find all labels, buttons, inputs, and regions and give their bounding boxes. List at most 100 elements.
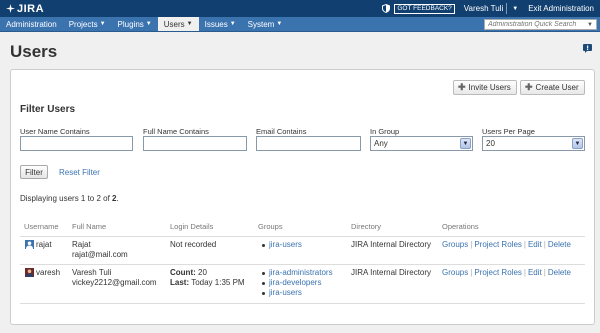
create-user-button[interactable]: ✚ Create User <box>520 80 585 95</box>
user-avatar-icon[interactable] <box>25 240 34 249</box>
groups-list: jira-administrators jira-developers jira… <box>262 268 333 298</box>
chevron-down-icon: ▼ <box>229 21 236 27</box>
group-filter-label: In Group <box>370 127 400 136</box>
nav-plugins[interactable]: Plugins ▼ <box>112 17 158 31</box>
admin-quick-search-input[interactable] <box>488 21 588 28</box>
divider: | <box>523 268 526 277</box>
email-link[interactable]: vickey2212@gmail.com <box>72 278 157 288</box>
table-divider <box>20 303 585 304</box>
groups-list: jira-users <box>262 240 302 250</box>
user-name: Varesh Tuli <box>463 4 504 13</box>
chevron-down-icon: ▼ <box>572 138 583 149</box>
results-prefix: Displaying users 1 to 2 of <box>20 194 113 203</box>
last-login: Last: Today 1:35 PM <box>170 278 245 288</box>
user-avatar-icon[interactable] <box>25 268 34 277</box>
table-divider <box>20 264 585 265</box>
delete-op-link[interactable]: Delete <box>548 268 571 277</box>
chevron-down-icon: ▼ <box>99 21 106 27</box>
top-header: JIRA GOT FEEDBACK? Varesh Tuli ▼ Exit Ad… <box>0 0 600 17</box>
nav-label: System <box>247 19 275 29</box>
admin-shield-icon <box>382 4 391 13</box>
divider: | <box>543 268 546 277</box>
column-header-fullname: Full Name <box>72 222 107 231</box>
column-header-operations: Operations <box>442 222 479 231</box>
jira-logo[interactable]: JIRA <box>6 3 44 15</box>
chevron-down-icon: ▼ <box>186 21 193 27</box>
help-icon[interactable] <box>583 44 592 53</box>
chevron-down-icon: ▼ <box>460 138 471 149</box>
column-header-directory: Directory <box>351 222 382 231</box>
admin-quick-search[interactable]: ▼ <box>484 19 597 30</box>
column-header-groups: Groups <box>258 222 283 231</box>
table-divider <box>20 236 585 237</box>
chevron-down-icon: ▼ <box>276 21 283 27</box>
users-panel: ✚ Invite Users ✚ Create User Filter User… <box>10 69 595 325</box>
plus-icon: ✚ <box>525 82 533 92</box>
directory: JIRA Internal Directory <box>351 240 432 249</box>
filter-title: Filter Users <box>20 104 76 115</box>
email-filter-input[interactable] <box>256 136 361 151</box>
username-link[interactable]: rajat <box>36 240 52 250</box>
nav-system[interactable]: System ▼ <box>242 17 289 31</box>
invite-users-label: Invite Users <box>468 83 511 92</box>
group-link[interactable]: jira-developers <box>262 278 333 288</box>
jira-logo-icon <box>6 4 15 13</box>
perpage-value: 20 <box>486 139 495 148</box>
project-roles-op-link[interactable]: Project Roles <box>474 268 522 277</box>
nav-issues[interactable]: Issues ▼ <box>199 17 242 31</box>
operations: Groups | Project Roles | Edit | Delete <box>442 240 571 250</box>
email-filter-label: Email Contains <box>256 127 307 136</box>
perpage-select[interactable]: 20 ▼ <box>482 136 585 151</box>
column-header-login-details: Login Details <box>170 222 214 231</box>
group-link[interactable]: jira-administrators <box>262 268 333 278</box>
results-suffix: . <box>116 194 119 203</box>
group-link[interactable]: jira-users <box>262 288 333 298</box>
project-roles-op-link[interactable]: Project Roles <box>474 240 522 249</box>
groups-op-link[interactable]: Groups <box>442 268 468 277</box>
directory: JIRA Internal Directory <box>351 268 432 277</box>
login-count-label: Count: <box>170 268 196 277</box>
last-login-value: Today 1:35 PM <box>191 278 245 287</box>
filter-button[interactable]: Filter <box>20 165 48 179</box>
group-filter-value: Any <box>374 139 388 148</box>
nav-administration[interactable]: Administration <box>0 17 63 31</box>
feedback-button[interactable]: GOT FEEDBACK? <box>394 3 455 14</box>
user-menu-chevron-down-icon[interactable]: ▼ <box>512 6 518 12</box>
username-link[interactable]: varesh <box>36 268 60 278</box>
chevron-down-icon: ▼ <box>145 21 152 27</box>
delete-op-link[interactable]: Delete <box>548 240 571 249</box>
nav-label: Plugins <box>117 19 144 29</box>
login-count: Count: 20 <box>170 268 207 278</box>
email-link[interactable]: rajat@mail.com <box>72 250 128 260</box>
page-title: Users <box>10 42 58 61</box>
operations: Groups | Project Roles | Edit | Delete <box>442 268 571 278</box>
results-summary: Displaying users 1 to 2 of 2. <box>20 194 119 203</box>
fullname-filter-input[interactable] <box>143 136 247 151</box>
nav-label: Issues <box>204 19 228 29</box>
logo-text: JIRA <box>17 2 45 15</box>
fullname-filter-label: Full Name Contains <box>143 127 209 136</box>
edit-op-link[interactable]: Edit <box>528 240 542 249</box>
divider <box>506 3 508 14</box>
last-login-label: Last: <box>170 278 190 287</box>
exit-administration-link[interactable]: Exit Administration <box>528 4 594 13</box>
username-filter-label: User Name Contains <box>20 127 90 136</box>
nav-users[interactable]: Users ▼ <box>157 17 199 31</box>
user-menu[interactable]: Varesh Tuli <box>464 4 503 13</box>
group-link[interactable]: jira-users <box>262 240 302 250</box>
groups-op-link[interactable]: Groups <box>442 240 468 249</box>
edit-op-link[interactable]: Edit <box>528 268 542 277</box>
perpage-label: Users Per Page <box>482 127 535 136</box>
invite-users-button[interactable]: ✚ Invite Users <box>453 80 517 95</box>
reset-filter-link[interactable]: Reset Filter <box>59 168 100 177</box>
nav-label: Projects <box>68 19 98 29</box>
search-chevron-down-icon[interactable]: ▼ <box>587 22 593 28</box>
nav-label: Users <box>163 19 185 29</box>
divider: | <box>470 268 473 277</box>
plus-icon: ✚ <box>458 82 466 92</box>
nav-projects[interactable]: Projects ▼ <box>63 17 112 31</box>
login-details: Not recorded <box>170 240 217 249</box>
group-filter-select[interactable]: Any ▼ <box>370 136 473 151</box>
username-filter-input[interactable] <box>20 136 133 151</box>
full-name: Rajat <box>72 240 91 249</box>
